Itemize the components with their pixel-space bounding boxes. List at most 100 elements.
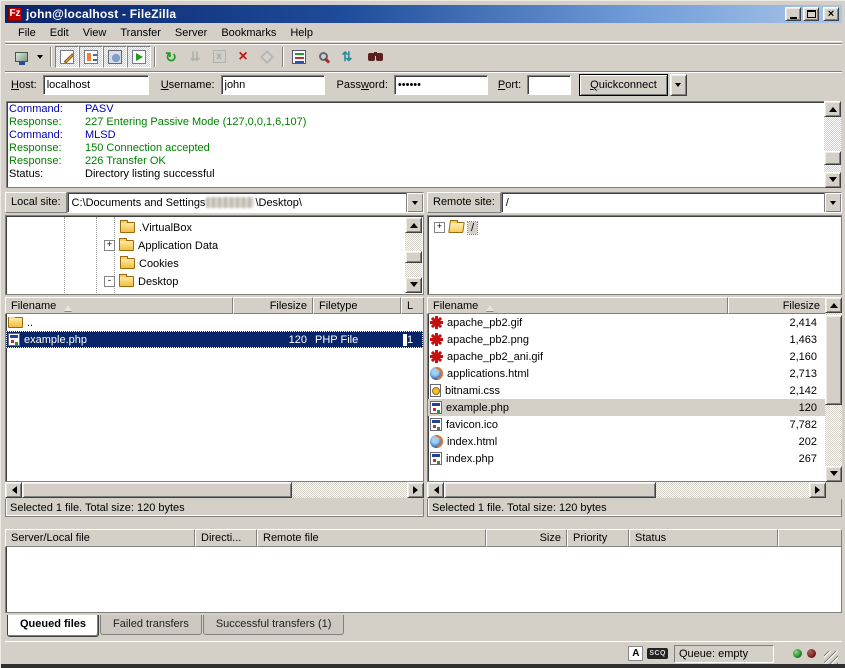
scroll-thumb[interactable] bbox=[444, 482, 656, 498]
scroll-track[interactable] bbox=[405, 233, 422, 277]
header-filename[interactable]: Filename bbox=[427, 297, 728, 314]
speed-limit-indicator-icon[interactable]: SCQ bbox=[647, 648, 668, 659]
scroll-thumb[interactable] bbox=[22, 482, 292, 498]
tab-successful-transfers[interactable]: Successful transfers (1) bbox=[203, 615, 345, 635]
file-row[interactable]: apache_pb2.png1,463 bbox=[428, 331, 825, 348]
toggle-local-tree-button[interactable] bbox=[79, 46, 103, 68]
port-input[interactable] bbox=[527, 75, 571, 95]
transfer-type-indicator-icon[interactable]: A bbox=[628, 646, 643, 661]
collapse-icon[interactable]: - bbox=[104, 276, 115, 287]
file-row[interactable]: apache_pb2_ani.gif2,160 bbox=[428, 348, 825, 365]
remote-hscrollbar[interactable] bbox=[427, 482, 826, 498]
file-row-example-php[interactable]: example.php 120 PHP File 1 bbox=[6, 331, 423, 348]
scroll-down-button[interactable] bbox=[824, 172, 841, 188]
file-row[interactable]: apache_pb2.gif2,414 bbox=[428, 314, 825, 331]
log-scrollbar[interactable] bbox=[824, 101, 841, 188]
site-manager-button[interactable] bbox=[9, 46, 33, 68]
local-site-combobox[interactable]: C:\Documents and Settings\Desktop\ bbox=[67, 192, 424, 213]
toggle-transfer-queue-button[interactable] bbox=[127, 46, 151, 68]
tree-item-cookies[interactable]: Cookies bbox=[120, 255, 179, 272]
header-filesize[interactable]: Filesize bbox=[233, 297, 313, 314]
log-line: Response:227 Entering Passive Mode (127,… bbox=[9, 116, 822, 129]
queue-header-remote-file[interactable]: Remote file bbox=[257, 529, 486, 547]
local-hscrollbar[interactable] bbox=[5, 482, 424, 498]
scroll-down-button[interactable] bbox=[405, 277, 422, 293]
local-site-dropdown[interactable] bbox=[406, 193, 423, 212]
host-input[interactable] bbox=[43, 75, 149, 95]
scroll-track[interactable] bbox=[824, 117, 841, 172]
disconnect-button[interactable]: × bbox=[231, 46, 255, 68]
expand-icon[interactable]: + bbox=[104, 240, 115, 251]
directory-comparison-button[interactable] bbox=[311, 46, 335, 68]
queue-header-priority[interactable]: Priority bbox=[567, 529, 629, 547]
local-tree-scrollbar[interactable] bbox=[405, 217, 422, 293]
site-manager-dropdown[interactable] bbox=[33, 46, 47, 68]
scroll-left-button[interactable] bbox=[427, 482, 444, 498]
queue-header-server-local-file[interactable]: Server/Local file bbox=[5, 529, 195, 547]
queue-header-size[interactable]: Size bbox=[486, 529, 567, 547]
file-row[interactable]: index.php267 bbox=[428, 450, 825, 467]
queue-list[interactable] bbox=[5, 547, 842, 613]
cancel-operation-button[interactable]: x bbox=[207, 46, 231, 68]
process-queue-button[interactable]: ⇊ bbox=[183, 46, 207, 68]
remote-site-dropdown[interactable] bbox=[824, 193, 841, 212]
remote-site-combobox[interactable]: / bbox=[501, 192, 842, 213]
header-filename[interactable]: Filename bbox=[5, 297, 233, 314]
file-row[interactable]: applications.html2,713 bbox=[428, 365, 825, 382]
toggle-message-log-button[interactable] bbox=[55, 46, 79, 68]
toggle-remote-tree-button[interactable] bbox=[103, 46, 127, 68]
synchronized-browsing-button[interactable]: ⇅ bbox=[335, 46, 359, 68]
scroll-right-button[interactable] bbox=[809, 482, 826, 498]
refresh-button[interactable]: ↻ bbox=[159, 46, 183, 68]
quickconnect-button[interactable]: Quickconnect bbox=[579, 74, 668, 96]
close-button[interactable]: × bbox=[823, 7, 839, 21]
expand-icon[interactable]: + bbox=[434, 222, 445, 233]
disconnect-icon: × bbox=[238, 50, 247, 64]
scroll-up-button[interactable] bbox=[405, 217, 422, 233]
tree-item-root[interactable]: + / bbox=[434, 219, 477, 236]
scroll-down-button[interactable] bbox=[825, 466, 842, 482]
username-input[interactable] bbox=[221, 75, 325, 95]
scroll-thumb[interactable] bbox=[405, 251, 422, 263]
tree-item-virtualbox[interactable]: .VirtualBox bbox=[120, 219, 192, 236]
file-row[interactable]: favicon.ico7,782 bbox=[428, 416, 825, 433]
tree-item-desktop[interactable]: -Desktop bbox=[104, 273, 178, 290]
password-input[interactable] bbox=[394, 75, 488, 95]
menu-server[interactable]: Server bbox=[168, 25, 214, 41]
scroll-thumb[interactable] bbox=[824, 151, 841, 165]
maximize-button[interactable] bbox=[803, 7, 819, 21]
reconnect-button[interactable] bbox=[255, 46, 279, 68]
menu-view[interactable]: View bbox=[76, 25, 114, 41]
scroll-thumb[interactable] bbox=[825, 315, 842, 405]
header-last-modified[interactable]: L bbox=[401, 297, 424, 314]
scroll-track[interactable] bbox=[444, 482, 809, 498]
directory-listing-filters-button[interactable] bbox=[287, 46, 311, 68]
scroll-right-button[interactable] bbox=[407, 482, 424, 498]
scroll-up-button[interactable] bbox=[824, 101, 841, 117]
menu-edit[interactable]: Edit bbox=[43, 25, 76, 41]
minimize-button[interactable] bbox=[785, 7, 801, 21]
header-filesize[interactable]: Filesize bbox=[728, 297, 826, 314]
tab-queued-files[interactable]: Queued files bbox=[7, 615, 99, 637]
quickconnect-dropdown[interactable] bbox=[670, 74, 687, 96]
scroll-track[interactable] bbox=[22, 482, 407, 498]
scroll-track[interactable] bbox=[825, 313, 842, 466]
file-row-parent[interactable]: .. bbox=[6, 314, 423, 331]
menu-help[interactable]: Help bbox=[283, 25, 320, 41]
queue-header-status[interactable]: Status bbox=[629, 529, 778, 547]
resize-grip[interactable] bbox=[824, 651, 838, 665]
remote-list-scrollbar[interactable] bbox=[825, 297, 842, 482]
queue-header-direction[interactable]: Directi... bbox=[195, 529, 257, 547]
file-row[interactable]: index.html202 bbox=[428, 433, 825, 450]
header-filetype[interactable]: Filetype bbox=[313, 297, 401, 314]
menu-transfer[interactable]: Transfer bbox=[113, 25, 168, 41]
menu-bookmarks[interactable]: Bookmarks bbox=[214, 25, 283, 41]
file-row[interactable]: bitnami.css2,142 bbox=[428, 382, 825, 399]
scroll-left-button[interactable] bbox=[5, 482, 22, 498]
tab-failed-transfers[interactable]: Failed transfers bbox=[100, 615, 202, 635]
scroll-up-button[interactable] bbox=[825, 297, 842, 313]
find-files-button[interactable] bbox=[359, 46, 383, 68]
menu-file[interactable]: File bbox=[11, 25, 43, 41]
tree-item-application-data[interactable]: +Application Data bbox=[104, 237, 218, 254]
file-row-example-php[interactable]: example.php120 bbox=[428, 399, 825, 416]
